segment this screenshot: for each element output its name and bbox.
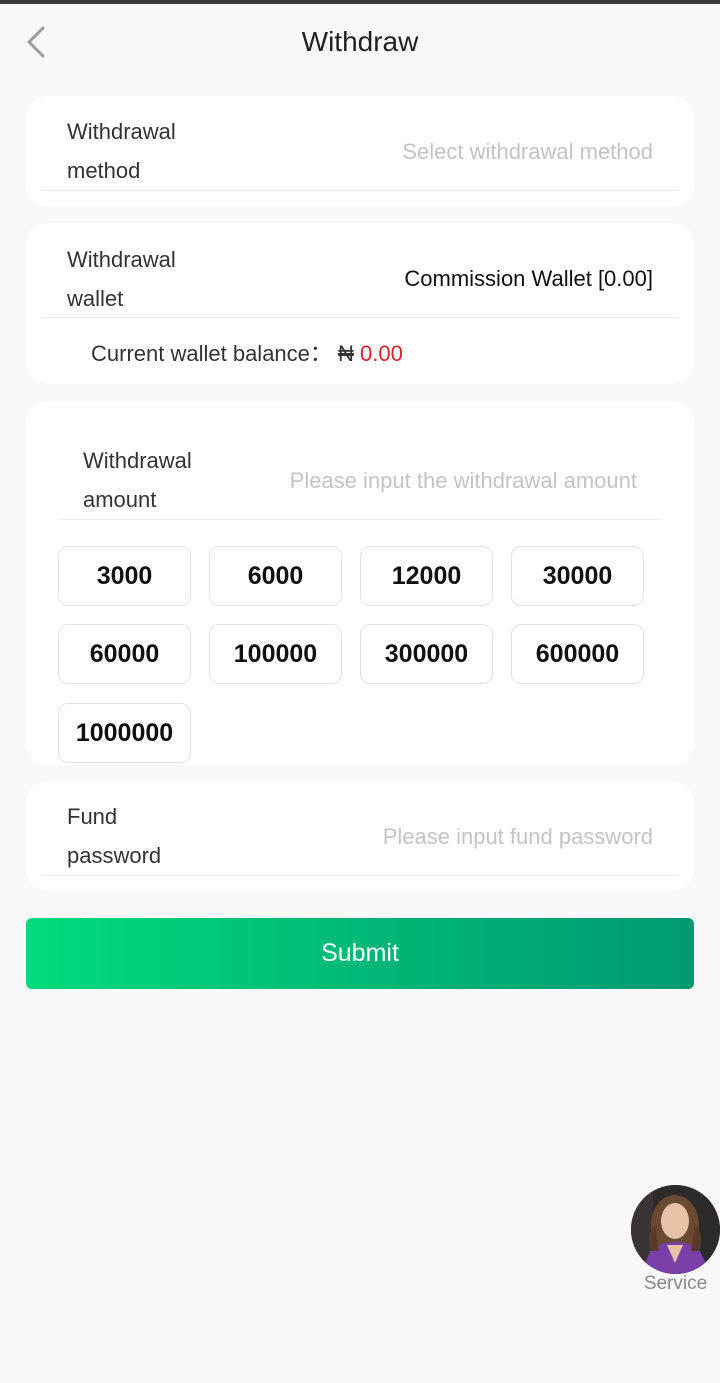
amount-preset-button[interactable]: 6000 <box>209 546 342 606</box>
amount-preset-button[interactable]: 30000 <box>511 546 644 606</box>
amount-preset-button[interactable]: 300000 <box>360 624 493 684</box>
fund-password-card: Fund password Please input fund password <box>26 781 694 891</box>
wallet-balance-label: Current wallet balance： <box>91 341 332 366</box>
page-title: Withdraw <box>301 26 419 57</box>
withdrawal-wallet-label: Withdrawal wallet <box>67 247 176 311</box>
fund-password-row: Fund password Please input fund password <box>41 796 679 876</box>
currency-symbol: ₦ <box>338 341 354 366</box>
withdrawal-method-card: Withdrawal method Select withdrawal meth… <box>26 96 694 207</box>
avatar <box>631 1185 720 1274</box>
wallet-balance-amount: 0.00 <box>360 341 403 366</box>
agent-avatar-icon <box>631 1185 720 1274</box>
service-label: Service <box>643 1273 708 1294</box>
wallet-balance-line: Current wallet balance： ₦ 0.00 <box>91 339 403 369</box>
withdrawal-method-row[interactable]: Withdrawal method Select withdrawal meth… <box>41 111 679 191</box>
submit-button[interactable]: Submit <box>26 918 694 989</box>
amount-preset-button[interactable]: 3000 <box>58 546 191 606</box>
withdrawal-method-select[interactable]: Select withdrawal method <box>402 132 653 171</box>
amount-preset-button[interactable]: 12000 <box>360 546 493 606</box>
withdrawal-amount-row: Withdrawal amount Please input the withd… <box>58 436 662 520</box>
customer-service-button[interactable]: Service <box>631 1185 720 1295</box>
fund-password-input[interactable]: Please input fund password <box>383 817 653 856</box>
withdrawal-amount-card: Withdrawal amount Please input the withd… <box>26 401 694 765</box>
withdrawal-wallet-row[interactable]: Withdrawal wallet Commission Wallet [0.0… <box>41 239 679 318</box>
amount-preset-button[interactable]: 600000 <box>511 624 644 684</box>
fund-password-label: Fund password <box>67 804 162 868</box>
amount-preset-button[interactable]: 60000 <box>58 624 191 684</box>
amount-preset-button[interactable]: 1000000 <box>58 703 191 763</box>
withdrawal-wallet-card: Withdrawal wallet Commission Wallet [0.0… <box>26 223 694 384</box>
amount-preset-button[interactable]: 100000 <box>209 624 342 684</box>
withdrawal-wallet-value[interactable]: Commission Wallet [0.00] <box>404 259 653 298</box>
withdrawal-method-label: Withdrawal method <box>67 119 176 183</box>
page-header: Withdraw <box>0 4 720 80</box>
withdrawal-amount-input[interactable]: Please input the withdrawal amount <box>290 461 637 500</box>
withdrawal-amount-label: Withdrawal amount <box>83 448 192 512</box>
